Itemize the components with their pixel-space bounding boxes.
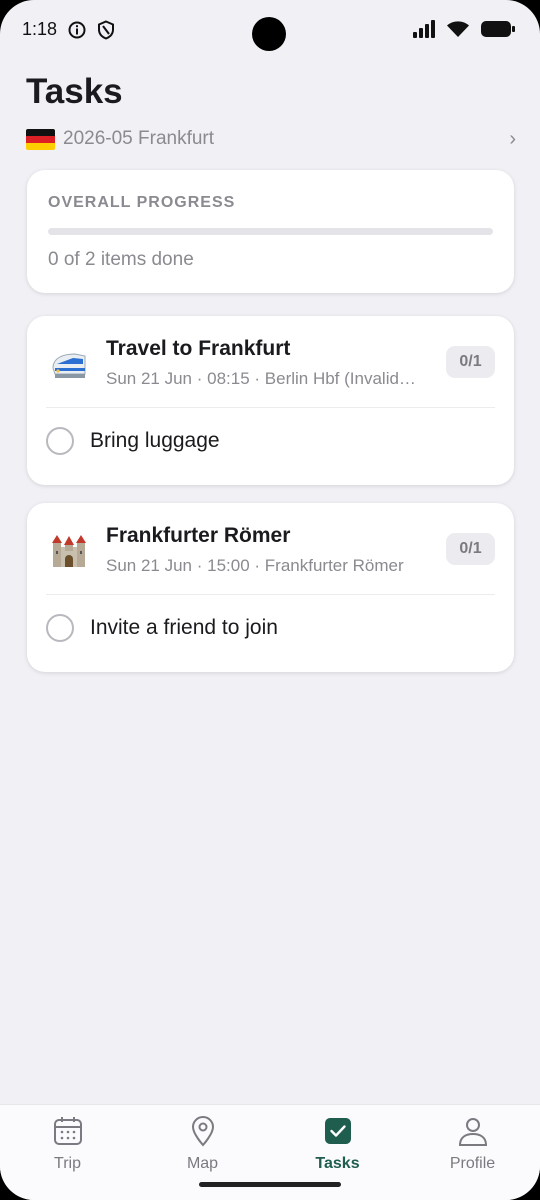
tab-label: Trip xyxy=(54,1155,81,1172)
app-screen: 1:18 Tasks 2026-05 Frankfurt › OVERALL P… xyxy=(0,0,540,1200)
tab-label: Map xyxy=(186,1155,219,1172)
camera-cutout xyxy=(252,17,286,51)
overall-progress-card: OVERALL PROGRESS 0 of 2 items done xyxy=(27,170,514,293)
tab-trip[interactable]: Trip xyxy=(0,1105,135,1200)
tab-profile[interactable]: Profile xyxy=(405,1105,540,1200)
tab-label: Tasks xyxy=(315,1155,360,1172)
event-title: Travel to Frankfurt xyxy=(106,337,291,360)
event-subtitle: Sun 21 Jun · 08:15 · Berlin Hbf (Invalid… xyxy=(106,369,416,388)
task-label: Invite a friend to join xyxy=(90,616,278,639)
home-indicator[interactable] xyxy=(199,1182,341,1187)
germany-flag-icon xyxy=(26,128,55,150)
divider xyxy=(46,407,495,408)
person-icon xyxy=(457,1115,489,1147)
status-time: 1:18 xyxy=(22,19,58,39)
event-count-badge: 0/1 xyxy=(446,346,495,378)
calendar-icon xyxy=(52,1115,84,1147)
task-checkbox[interactable] xyxy=(46,614,74,642)
battery-icon xyxy=(480,20,516,43)
task-item[interactable]: Bring luggage xyxy=(46,416,495,466)
divider xyxy=(46,594,495,595)
signal-icon xyxy=(412,20,436,43)
event-subtitle: Sun 21 Jun · 15:00 · Frankfurter Römer xyxy=(106,556,404,575)
progress-bar xyxy=(48,228,493,235)
task-item[interactable]: Invite a friend to join xyxy=(46,603,495,653)
progress-text: 0 of 2 items done xyxy=(48,249,194,270)
progress-label: OVERALL PROGRESS xyxy=(48,194,236,211)
castle-icon xyxy=(49,531,89,571)
shield-icon xyxy=(97,20,115,45)
chevron-right-icon: › xyxy=(509,127,516,150)
info-icon xyxy=(68,21,86,44)
wifi-icon xyxy=(446,20,470,43)
status-indicators xyxy=(412,20,516,43)
event-title: Frankfurter Römer xyxy=(106,524,291,547)
trip-name: 2026-05 Frankfurt xyxy=(63,128,215,149)
tab-label: Profile xyxy=(449,1155,496,1172)
checkbox-icon xyxy=(322,1115,354,1147)
event-card[interactable]: Frankfurter Römer Sun 21 Jun · 15:00 · F… xyxy=(27,503,514,672)
status-bar: 1:18 xyxy=(0,0,540,60)
map-pin-icon xyxy=(187,1115,219,1147)
page-title: Tasks xyxy=(26,72,123,111)
task-label: Bring luggage xyxy=(90,429,220,452)
train-icon xyxy=(49,344,89,384)
trip-selector[interactable]: 2026-05 Frankfurt › xyxy=(26,124,516,154)
task-checkbox[interactable] xyxy=(46,427,74,455)
event-count-badge: 0/1 xyxy=(446,533,495,565)
event-card[interactable]: Travel to Frankfurt Sun 21 Jun · 08:15 ·… xyxy=(27,316,514,485)
